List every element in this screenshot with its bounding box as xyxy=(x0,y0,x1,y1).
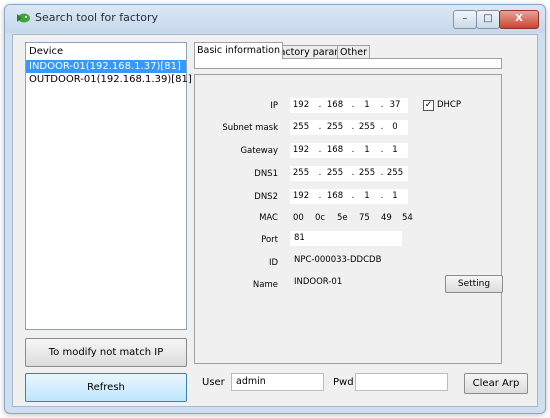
name-value: INDOOR-01 xyxy=(290,275,402,290)
name-label: Name xyxy=(252,280,278,290)
dhcp-label: DHCP xyxy=(437,100,461,110)
window-title: Search tool for factory xyxy=(35,11,158,24)
dns1-octet-1: 255 xyxy=(292,168,310,178)
subnet-mask-label: Subnet mask xyxy=(222,123,278,133)
gateway-label: Gateway xyxy=(240,146,278,156)
mac-byte: 0c xyxy=(315,213,326,223)
mac-byte: 75 xyxy=(359,213,370,223)
ip-dot: . xyxy=(318,100,322,110)
app-icon xyxy=(17,13,30,23)
subnet-octet-4: 0 xyxy=(392,122,398,132)
id-value: NPC-000033-DDCDB xyxy=(290,253,402,268)
mac-value: 00 0c 5e 75 49 54 xyxy=(293,213,423,225)
tab-basic-information[interactable]: Basic information xyxy=(194,42,283,59)
basic-info-panel: IP 192 . 168 . 1 . 37 ✓ DHCP Subnet mask… xyxy=(194,74,503,364)
dns2-octet-3: 1 xyxy=(364,191,370,201)
maximize-button[interactable]: □ xyxy=(476,10,500,29)
app-window: Search tool for factory – □ X Device IND… xyxy=(4,4,546,414)
dhcp-checkbox[interactable]: ✓ xyxy=(423,100,434,111)
mac-label: MAC xyxy=(259,213,278,223)
dns2-octet-1: 192 xyxy=(292,191,310,201)
device-item-outdoor[interactable]: OUTDOOR-01(192.168.1.39)[81] xyxy=(26,73,192,86)
title-bar[interactable]: Search tool for factory – □ X xyxy=(5,5,545,33)
dns1-label: DNS1 xyxy=(254,169,278,179)
clear-arp-button[interactable]: Clear Arp xyxy=(464,373,528,394)
ip-dot: . xyxy=(318,191,322,201)
subnet-octet-2: 255 xyxy=(326,122,344,132)
ip-dot: . xyxy=(318,168,322,178)
setting-button[interactable]: Setting xyxy=(445,275,503,293)
ip-octet-4: 37 xyxy=(389,100,401,110)
gateway-octet-2: 168 xyxy=(326,145,344,155)
gateway-octet-4: 1 xyxy=(392,145,398,155)
ip-octet-3: 1 xyxy=(364,100,370,110)
device-list[interactable]: Device INDOOR-01(192.168.1.37)[81] OUTDO… xyxy=(25,42,192,330)
tab-factory-param[interactable]: Factory param xyxy=(272,45,347,59)
dns1-octet-2: 255 xyxy=(326,168,344,178)
client-area: Device INDOOR-01(192.168.1.37)[81] OUTDO… xyxy=(12,34,538,407)
ip-octet-1: 192 xyxy=(292,100,310,110)
tab-other[interactable]: Other xyxy=(337,45,370,59)
mac-byte: 49 xyxy=(381,213,392,223)
ip-octet-2: 168 xyxy=(326,100,344,110)
dns2-octet-2: 168 xyxy=(326,191,344,201)
subnet-octet-1: 255 xyxy=(292,122,310,132)
ip-label: IP xyxy=(270,101,278,111)
dns2-field[interactable]: 192 . 168 . 1 . 1 xyxy=(290,189,408,204)
pwd-label: Pwd xyxy=(333,377,354,388)
ip-field[interactable]: 192 . 168 . 1 . 37 xyxy=(290,98,408,113)
close-button[interactable]: X xyxy=(499,10,539,29)
tab-content-strip xyxy=(194,58,502,69)
user-label: User xyxy=(202,377,225,388)
port-label: Port xyxy=(261,235,278,245)
user-input[interactable]: admin xyxy=(231,373,324,391)
dns1-octet-3: 255 xyxy=(358,168,376,178)
mac-byte: 5e xyxy=(337,213,348,223)
subnet-mask-field[interactable]: 255 . 255 . 255 . 0 xyxy=(290,120,408,135)
dns2-octet-4: 1 xyxy=(392,191,398,201)
gateway-octet-3: 1 xyxy=(364,145,370,155)
device-list-header: Device xyxy=(29,46,64,57)
subnet-octet-3: 255 xyxy=(358,122,376,132)
gateway-octet-1: 192 xyxy=(292,145,310,155)
device-item-indoor[interactable]: INDOOR-01(192.168.1.37)[81] xyxy=(26,60,186,73)
mac-byte: 54 xyxy=(402,213,413,223)
ip-dot: . xyxy=(318,145,322,155)
port-field[interactable]: 81 xyxy=(290,231,402,246)
modify-ip-button[interactable]: To modify not match IP xyxy=(25,338,187,367)
dns1-octet-4: 255 xyxy=(386,168,404,178)
ip-dot: . xyxy=(318,122,322,132)
refresh-button[interactable]: Refresh xyxy=(25,373,187,402)
minimize-button[interactable]: – xyxy=(453,10,477,29)
dns2-label: DNS2 xyxy=(254,192,278,202)
password-input[interactable] xyxy=(355,373,448,391)
dns1-field[interactable]: 255 . 255 . 255 . 255 xyxy=(290,166,408,181)
gateway-field[interactable]: 192 . 168 . 1 . 1 xyxy=(290,143,408,158)
id-label: ID xyxy=(268,258,278,268)
mac-byte: 00 xyxy=(293,213,304,223)
